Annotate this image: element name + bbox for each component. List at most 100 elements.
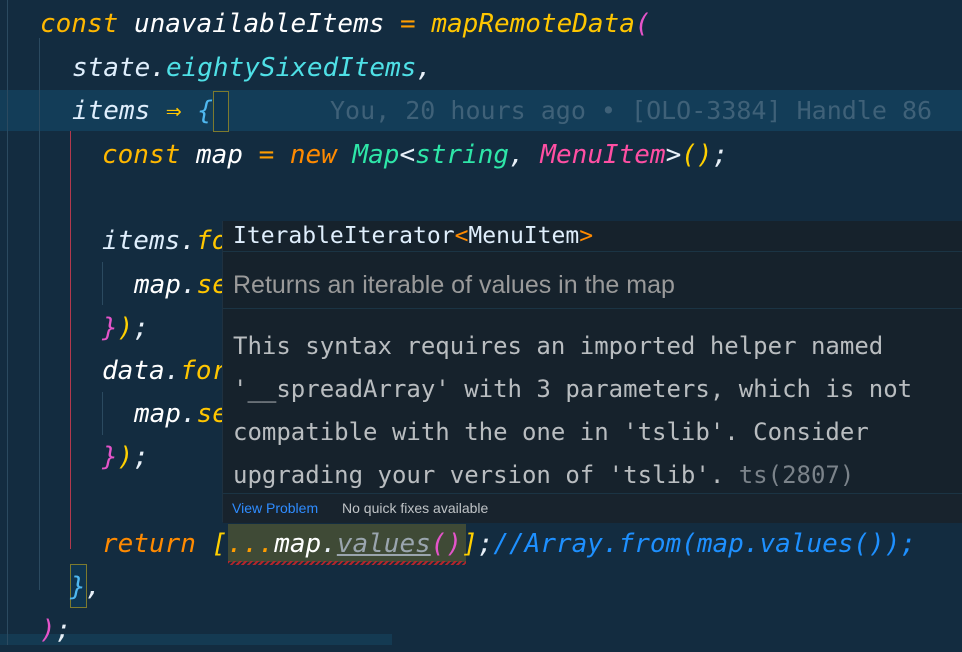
code-token: ) xyxy=(117,313,134,343)
code-token: . xyxy=(150,53,166,83)
code-token: map xyxy=(195,140,243,170)
code-token: ( xyxy=(634,9,651,39)
code-token: . xyxy=(321,529,337,559)
error-code-text: ts(2807) xyxy=(738,461,855,489)
code-token: ⇒ xyxy=(165,96,182,126)
code-line[interactable]: const map = new Map<string, MenuItem>(); xyxy=(102,134,728,177)
code-line[interactable]: state.eightySixedItems, xyxy=(72,47,432,90)
code-token: () xyxy=(430,529,463,559)
code-token: , xyxy=(85,572,102,602)
code-token: data xyxy=(102,356,165,386)
code-token: , xyxy=(509,140,525,170)
diagnostic-line: This syntax requires an imported helper … xyxy=(233,332,884,360)
code-line[interactable]: map.se xyxy=(134,393,228,436)
code-line[interactable]: }, xyxy=(70,566,101,609)
hover-tooltip: IterableIterator<MenuItem> Returns an it… xyxy=(222,221,962,523)
code-token: Map xyxy=(352,140,400,170)
code-line[interactable]: map.se xyxy=(134,264,228,307)
code-line[interactable]: items ⇒ { xyxy=(72,90,213,133)
signature-angle-close: > xyxy=(579,223,594,249)
code-token: ) xyxy=(40,615,56,645)
code-line[interactable]: const unavailableItems = mapRemoteData( xyxy=(40,3,651,46)
code-token: const xyxy=(40,9,119,39)
diagnostic-line-text: upgrading your version of 'tslib'. xyxy=(233,461,725,489)
signature-angle-open: < xyxy=(454,223,469,249)
hover-documentation: Returns an iterable of values in the map xyxy=(233,271,675,299)
hover-status-bar: View Problem No quick fixes available xyxy=(223,493,962,523)
hover-separator xyxy=(223,308,962,309)
code-token: map xyxy=(134,270,181,300)
code-token: ] xyxy=(462,529,478,559)
code-line[interactable]: }); xyxy=(102,307,149,350)
indent-guide xyxy=(102,262,103,305)
code-token: } xyxy=(102,313,118,343)
code-token: < xyxy=(399,140,416,170)
signature-type-name: IterableIterator xyxy=(233,223,455,249)
code-token: unavailableItems xyxy=(133,9,385,39)
code-token: string xyxy=(415,140,510,170)
no-quick-fixes-label: No quick fixes available xyxy=(342,500,489,516)
code-token: map xyxy=(134,399,181,429)
code-line[interactable]: ); xyxy=(40,609,71,652)
code-token: ; xyxy=(133,442,149,472)
code-token: ; xyxy=(477,529,494,559)
code-line[interactable]: data.for xyxy=(102,350,227,393)
hover-separator xyxy=(223,251,962,252)
code-line[interactable]: }); xyxy=(102,436,149,479)
code-editor[interactable]: const unavailableItems = mapRemoteData(s… xyxy=(0,0,962,645)
indent-guide xyxy=(102,392,103,435)
indent-guide xyxy=(7,0,8,645)
code-token: , xyxy=(416,53,433,83)
view-problem-link[interactable]: View Problem xyxy=(232,494,318,523)
indent-guide xyxy=(39,38,40,590)
code-token: = xyxy=(400,9,416,39)
code-token: { xyxy=(197,96,213,126)
diagnostic-line: '__spreadArray' with 3 parameters, which… xyxy=(233,375,913,403)
code-token: ... xyxy=(227,529,275,559)
code-token: > xyxy=(665,140,682,170)
code-token: items xyxy=(72,96,151,126)
code-token: state xyxy=(72,53,151,83)
diagnostic-line-last: upgrading your version of 'tslib'. ts(28… xyxy=(233,454,912,497)
code-token: = xyxy=(258,140,275,170)
hover-signature: IterableIterator<MenuItem> xyxy=(233,221,593,251)
code-token: [ xyxy=(211,529,228,559)
code-token: ; xyxy=(133,313,149,343)
code-line[interactable]: items.fo xyxy=(102,220,227,263)
code-token: . xyxy=(180,226,196,256)
code-token: () xyxy=(681,140,713,170)
code-line[interactable]: return [...map.values()];//Array.from(ma… xyxy=(102,523,916,566)
git-blame-annotation: You, 20 hours ago • [OLO-3384] Handle 86 xyxy=(330,96,933,125)
signature-type-arg: MenuItem xyxy=(468,223,580,249)
code-token: ; xyxy=(55,615,72,645)
code-token: new xyxy=(289,140,337,170)
code-token: . xyxy=(180,399,197,429)
code-token: . xyxy=(180,270,197,300)
code-token: //Array.from(map.values()); xyxy=(493,529,917,559)
code-token: return xyxy=(102,529,196,559)
code-token: } xyxy=(70,572,86,602)
code-token: const xyxy=(102,140,181,170)
diagnostic-message: This syntax requires an imported helper … xyxy=(233,325,912,497)
code-token: items xyxy=(102,226,181,256)
code-token: MenuItem xyxy=(540,140,666,170)
code-token: for xyxy=(180,356,228,386)
code-token: ; xyxy=(712,140,729,170)
code-token: eightySixedItems xyxy=(165,53,417,83)
active-indent-guide xyxy=(70,131,71,549)
code-token: mapRemoteData xyxy=(431,9,635,39)
code-token: values xyxy=(336,529,431,559)
diagnostic-line: compatible with the one in 'tslib'. Cons… xyxy=(233,418,869,446)
code-token: . xyxy=(164,356,181,386)
